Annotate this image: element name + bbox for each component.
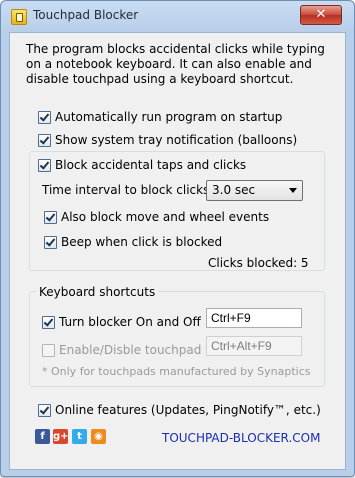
tray-checkbox[interactable] <box>38 133 51 147</box>
beep-checkbox[interactable] <box>44 235 57 249</box>
twitter-icon[interactable]: t <box>72 429 87 444</box>
app-window: Touchpad Blocker ✕ The program blocks ac… <box>0 0 355 477</box>
move-wheel-checkbox[interactable] <box>44 210 57 224</box>
online-features-label: Online features (Updates, PingNotify™, e… <box>55 403 321 417</box>
tray-option[interactable]: Show system tray notification (balloons) <box>38 133 297 147</box>
turn-blocker-checkbox[interactable] <box>42 315 55 329</box>
interval-select[interactable]: 3.0 sec <box>206 180 303 201</box>
block-taps-option[interactable]: Block accidental taps and clicks <box>38 158 246 172</box>
interval-value: 3.0 sec <box>212 183 256 197</box>
window-title: Touchpad Blocker <box>33 8 139 22</box>
autorun-option[interactable]: Automatically run program on startup <box>38 110 282 124</box>
move-wheel-option[interactable]: Also block move and wheel events <box>44 210 269 224</box>
turn-blocker-label: Turn blocker On and Off <box>59 315 201 329</box>
move-wheel-label: Also block move and wheel events <box>61 210 270 224</box>
website-link[interactable]: TOUCHPAD-BLOCKER.COM <box>162 431 320 445</box>
title-bar[interactable]: Touchpad Blocker ✕ <box>1 1 354 31</box>
toggle-touchpad-shortcut-input[interactable] <box>206 336 302 356</box>
interval-label: Time interval to block clicks <box>42 183 210 197</box>
close-button[interactable]: ✕ <box>300 5 342 25</box>
rss-icon[interactable]: ◉ <box>91 429 106 444</box>
autorun-label: Automatically run program on startup <box>55 110 283 124</box>
toggle-touchpad-checkbox[interactable] <box>42 343 55 357</box>
block-taps-label: Block accidental taps and clicks <box>55 158 247 172</box>
app-icon <box>11 9 27 25</box>
autorun-checkbox[interactable] <box>38 110 51 124</box>
beep-label: Beep when click is blocked <box>61 235 223 249</box>
shortcuts-heading: Keyboard shortcuts <box>36 285 159 299</box>
google-plus-icon[interactable]: g+ <box>53 429 69 444</box>
turn-blocker-option[interactable]: Turn blocker On and Off <box>42 315 201 329</box>
description-text: The program blocks accidental clicks whi… <box>26 42 325 86</box>
toggle-touchpad-option[interactable]: Enable/Disble touchpad * <box>42 343 211 357</box>
toggle-touchpad-label: Enable/Disble touchpad * <box>59 343 212 357</box>
beep-option[interactable]: Beep when click is blocked <box>44 235 222 249</box>
turn-blocker-shortcut-input[interactable] <box>206 308 302 328</box>
tray-label: Show system tray notification (balloons) <box>55 133 298 147</box>
online-features-option[interactable]: Online features (Updates, PingNotify™, e… <box>38 403 321 417</box>
block-taps-checkbox[interactable] <box>38 158 51 172</box>
chevron-down-icon <box>289 188 297 193</box>
facebook-icon[interactable]: f <box>35 429 50 444</box>
clicks-blocked-status: Clicks blocked: 5 <box>208 256 309 270</box>
dialog-body: The program blocks accidental clicks whi… <box>9 32 346 470</box>
online-features-checkbox[interactable] <box>38 403 51 417</box>
synaptics-note: * Only for touchpads manufactured by Syn… <box>42 365 311 378</box>
